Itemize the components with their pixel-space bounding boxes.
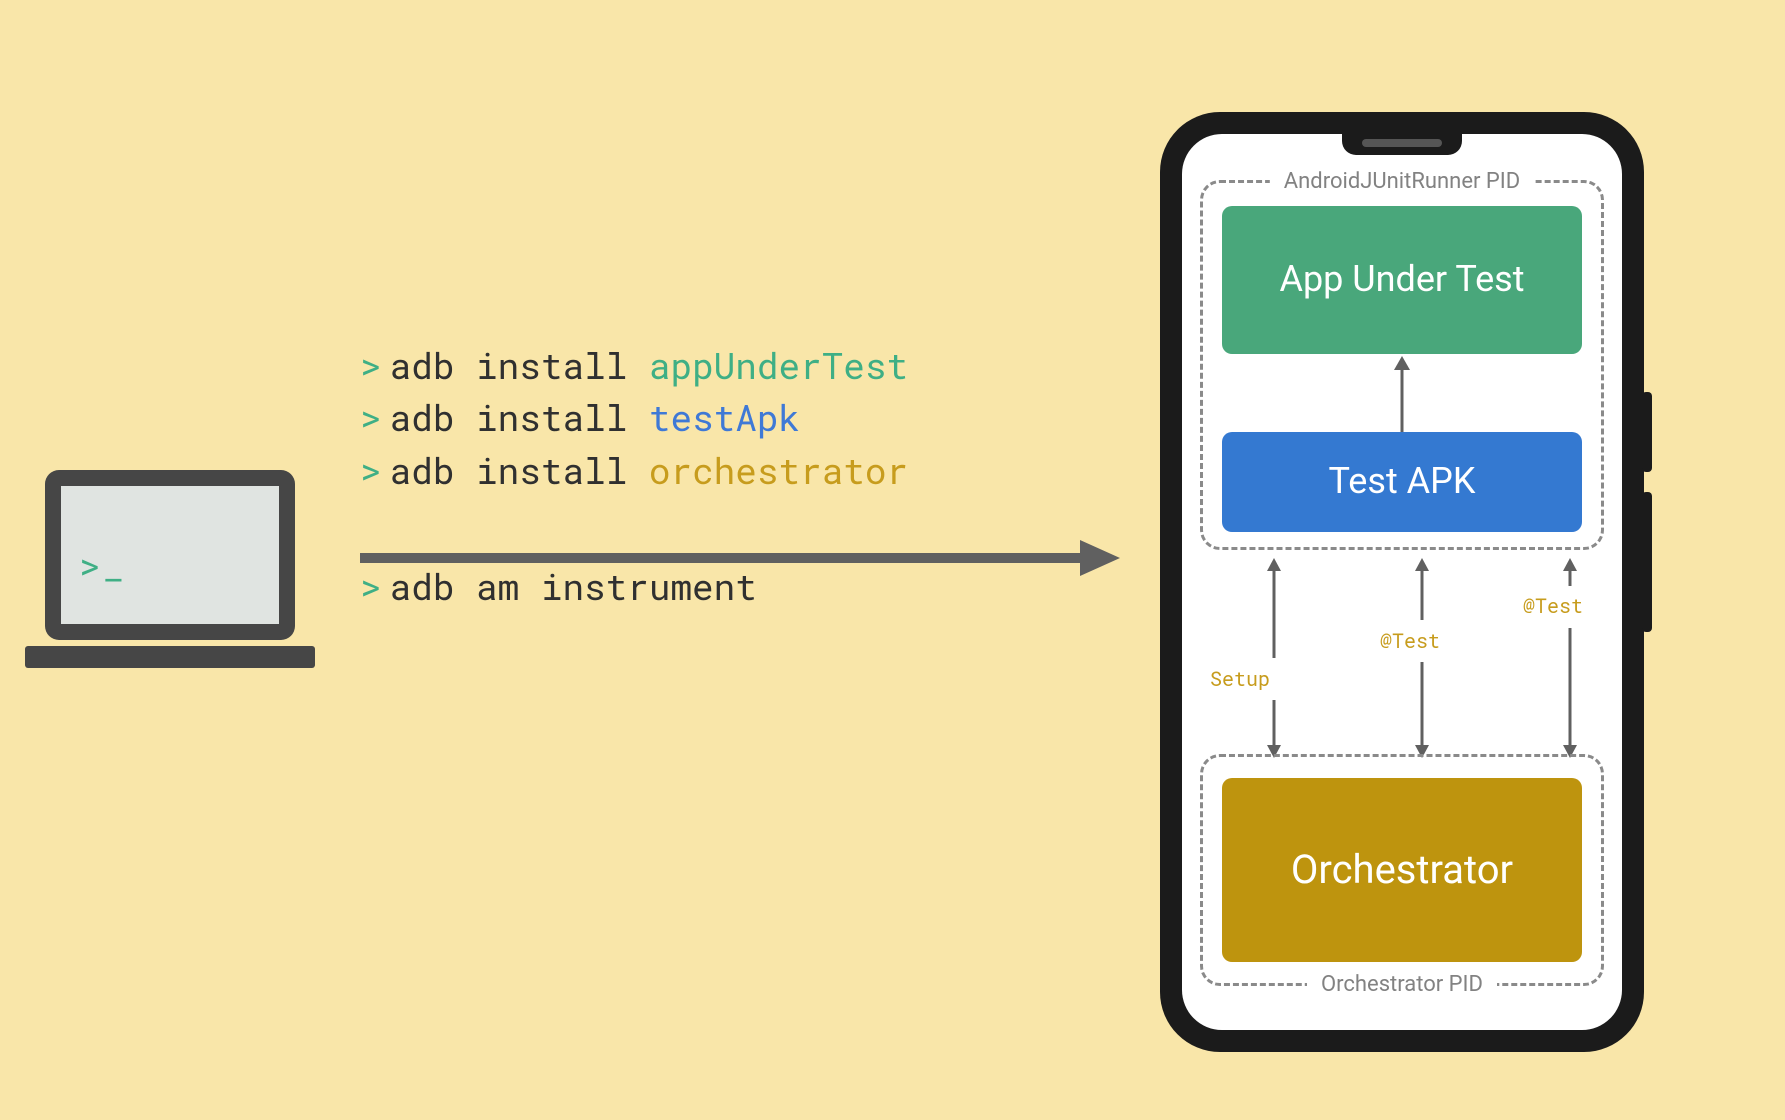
cmd-text: adb install xyxy=(390,446,649,494)
link-label: @Test xyxy=(1380,628,1440,654)
arrow-down-icon xyxy=(1558,628,1582,758)
phone-screen: AndroidJUnitRunner PID App Under Test Te… xyxy=(1182,134,1622,1030)
laptop-screen: >_ xyxy=(45,470,295,640)
phone-speaker xyxy=(1342,133,1462,155)
test-apk-block: Test APK xyxy=(1222,432,1582,532)
link-setup: Setup xyxy=(1222,558,1332,758)
phone-side-button xyxy=(1642,492,1652,632)
arrow-up-icon xyxy=(1262,558,1286,658)
laptop-icon: >_ xyxy=(45,470,315,668)
arrow-down-icon xyxy=(1262,700,1286,758)
runner-process-label: AndroidJUnitRunner PID xyxy=(1270,169,1534,194)
cmd-text: adb install xyxy=(390,341,649,389)
orchestrator-label: Orchestrator xyxy=(1291,847,1513,893)
cmd-row-2: >adb install testApk xyxy=(360,392,908,442)
prompt-chevron: > xyxy=(360,393,382,441)
cmd-row-3: >adb install orchestrator xyxy=(360,445,908,495)
link-test-2: @Test xyxy=(1478,558,1588,758)
laptop-prompt: >_ xyxy=(79,541,126,589)
arrow-up-icon xyxy=(1558,558,1582,586)
phone-device: AndroidJUnitRunner PID App Under Test Te… xyxy=(1160,112,1644,1052)
test-orchestrator-links: Setup @Test xyxy=(1222,558,1588,758)
arrow-down-icon xyxy=(1410,662,1434,758)
link-label: Setup xyxy=(1210,666,1270,692)
arrow-up-icon xyxy=(1390,356,1414,432)
prompt-chevron: > xyxy=(360,341,382,389)
cmd-arg: testApk xyxy=(649,393,800,441)
cmd-row-1: >adb install appUnderTest xyxy=(360,340,908,390)
test-apk-label: Test APK xyxy=(1329,461,1476,502)
cmd-text: adb install xyxy=(390,393,649,441)
laptop-base xyxy=(25,646,315,668)
app-under-test-label: App Under Test xyxy=(1279,259,1524,300)
cmd-arg: appUnderTest xyxy=(649,341,908,389)
phone-side-button xyxy=(1642,392,1652,472)
prompt-chevron: > xyxy=(360,446,382,494)
cmd-arg: orchestrator xyxy=(649,446,908,494)
link-test-1: @Test xyxy=(1350,558,1460,758)
arrow-up-icon xyxy=(1410,558,1434,620)
flow-arrow-icon xyxy=(360,538,1120,578)
link-label: @Test xyxy=(1523,593,1583,619)
orchestrator-process-label: Orchestrator PID xyxy=(1307,972,1497,997)
app-under-test-block: App Under Test xyxy=(1222,206,1582,354)
orchestrator-block: Orchestrator xyxy=(1222,778,1582,962)
